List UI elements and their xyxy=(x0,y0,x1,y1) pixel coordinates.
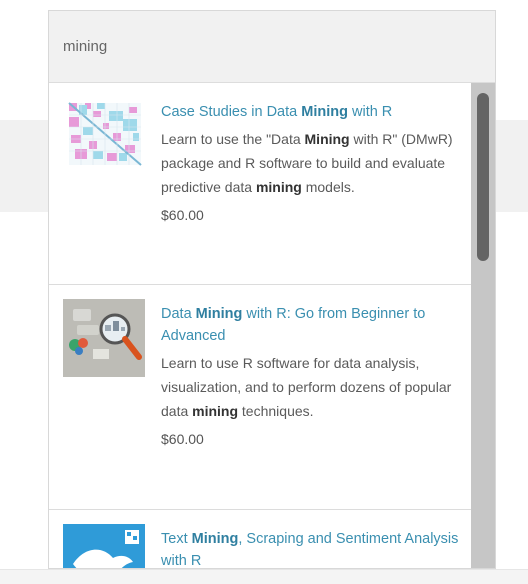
search-result-item[interactable]: Text Mining, Scraping and Sentiment Anal… xyxy=(49,510,473,568)
scrollbar-thumb[interactable] xyxy=(477,93,489,261)
text-bird-thumbnail xyxy=(63,524,145,568)
result-title[interactable]: Text Mining, Scraping and Sentiment Anal… xyxy=(161,528,463,568)
result-description: Learn to use the "Data Mining with R" (D… xyxy=(161,131,453,195)
result-title[interactable]: Case Studies in Data Mining with R xyxy=(161,101,463,123)
results-scrollbar[interactable] xyxy=(471,83,495,568)
result-description: Learn to use R software for data analysi… xyxy=(161,355,452,419)
page-footer-band xyxy=(0,569,528,584)
result-info: Case Studies in Data Mining with R Learn… xyxy=(161,97,463,284)
result-price: $60.00 xyxy=(161,431,204,447)
search-dropdown: Case Studies in Data Mining with R Learn… xyxy=(48,10,496,569)
result-info: Text Mining, Scraping and Sentiment Anal… xyxy=(161,524,463,568)
search-results-list: Case Studies in Data Mining with R Learn… xyxy=(49,83,473,568)
search-input[interactable] xyxy=(63,38,443,55)
search-result-item[interactable]: Data Mining with R: Go from Beginner to … xyxy=(49,285,473,510)
search-result-item[interactable]: Case Studies in Data Mining with R Learn… xyxy=(49,83,473,285)
result-price: $60.00 xyxy=(161,207,204,223)
result-info: Data Mining with R: Go from Beginner to … xyxy=(161,299,463,509)
result-title[interactable]: Data Mining with R: Go from Beginner to … xyxy=(161,303,463,347)
search-bar xyxy=(49,11,495,83)
heatmap-matrix-thumbnail xyxy=(63,97,145,175)
magnifier-data-thumbnail xyxy=(63,299,145,377)
